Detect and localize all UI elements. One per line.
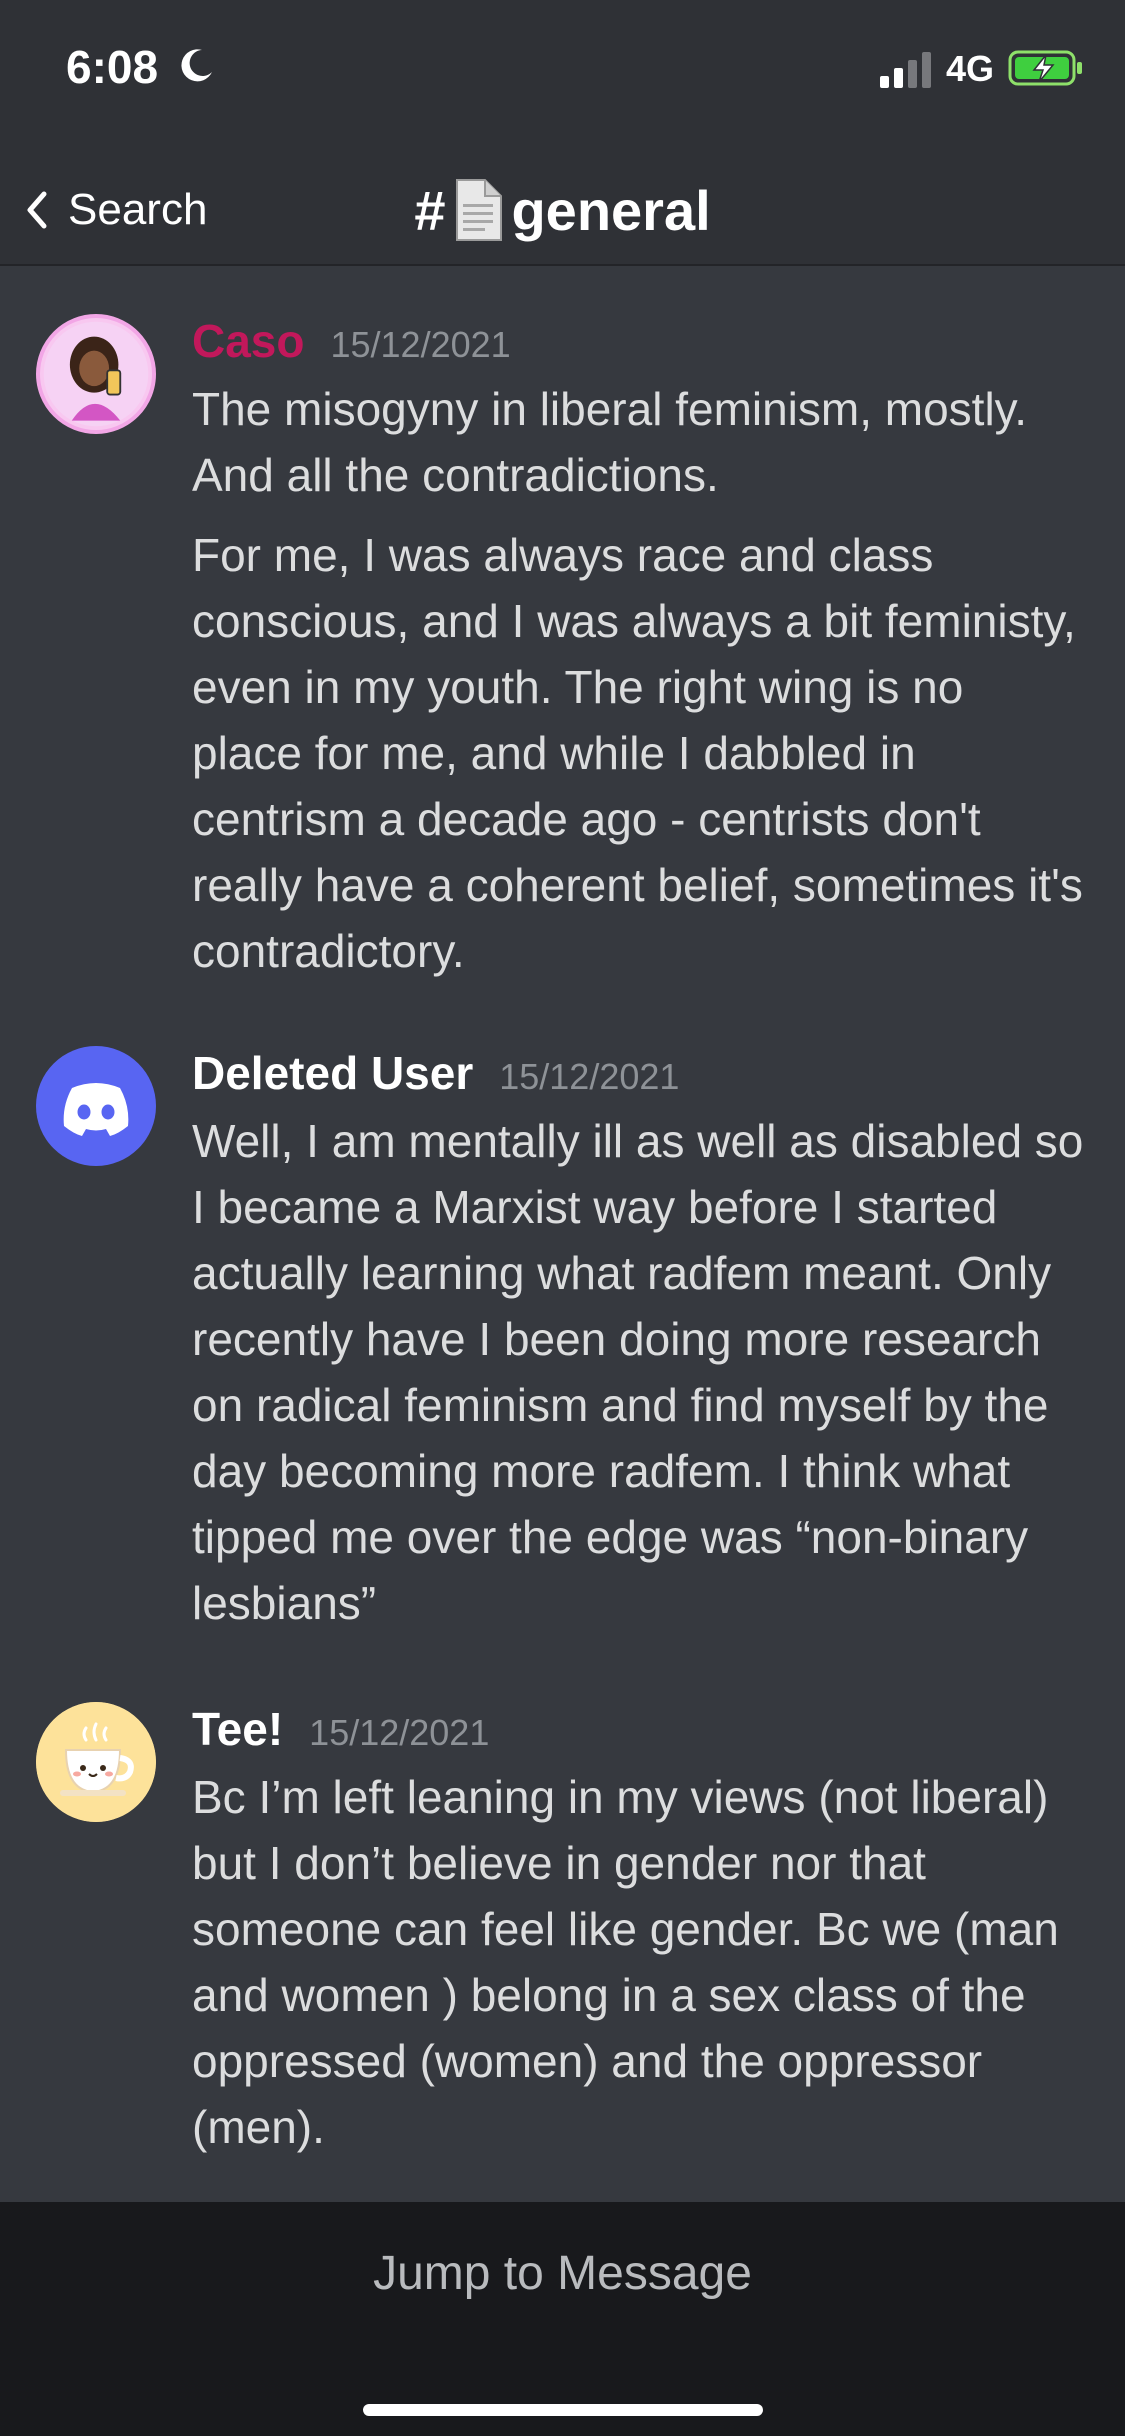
signal-icon <box>880 52 931 88</box>
user-avatar-icon <box>43 321 149 427</box>
moon-icon <box>181 49 212 82</box>
status-bar: 6:08 4G <box>0 0 1125 140</box>
author-name[interactable]: Tee! <box>192 1702 283 1756</box>
message-text: The misogyny in liberal feminism, mostly… <box>192 383 1028 501</box>
discord-logo-icon <box>63 1083 129 1136</box>
avatar[interactable] <box>36 1046 156 1166</box>
message-timestamp: 15/12/2021 <box>499 1056 680 1097</box>
author-name[interactable]: Deleted User <box>192 1046 473 1100</box>
home-indicator[interactable] <box>363 2404 763 2416</box>
message-body: Deleted User 15/12/2021 Well, I am menta… <box>192 1046 1085 1636</box>
message-text: For me, I was always race and class cons… <box>192 529 1083 977</box>
channel-hash: # <box>414 178 446 242</box>
message-header: Deleted User 15/12/2021 <box>192 1046 1085 1108</box>
message-text: Well, I am mentally ill as well as disab… <box>192 1115 1084 1629</box>
network-label: 4G <box>946 48 995 89</box>
message-timestamp: 15/12/2021 <box>309 1712 490 1753</box>
bottom-bar: Jump to Message <box>0 2202 1125 2436</box>
message-text: Bc I’m left leaning in my views (not lib… <box>192 1771 1059 2153</box>
channel-name: general <box>511 178 711 242</box>
battery-charging-icon <box>1008 50 1082 86</box>
message-list[interactable]: Caso 15/12/2021 The misogyny in liberal … <box>0 266 1125 2202</box>
top-bar: 6:08 4G Search # general <box>0 0 1125 266</box>
message-header: Tee! 15/12/2021 <box>192 1702 1085 1764</box>
jump-to-message-button[interactable]: Jump to Message <box>0 2246 1125 2301</box>
status-time: 6:08 <box>66 41 159 93</box>
teacup-icon <box>36 1702 156 1822</box>
channel-title: # general <box>0 170 1125 250</box>
navigation-bar: Search # general <box>0 160 1125 260</box>
avatar[interactable] <box>36 314 156 434</box>
message-header: Caso 15/12/2021 <box>192 314 1085 376</box>
message-body: Caso 15/12/2021 The misogyny in liberal … <box>192 314 1085 984</box>
avatar[interactable] <box>36 1702 156 1822</box>
message-timestamp: 15/12/2021 <box>330 324 511 365</box>
document-icon <box>456 179 503 241</box>
message-body: Tee! 15/12/2021 Bc I’m left leaning in m… <box>192 1702 1085 2160</box>
author-name[interactable]: Caso <box>192 314 304 368</box>
